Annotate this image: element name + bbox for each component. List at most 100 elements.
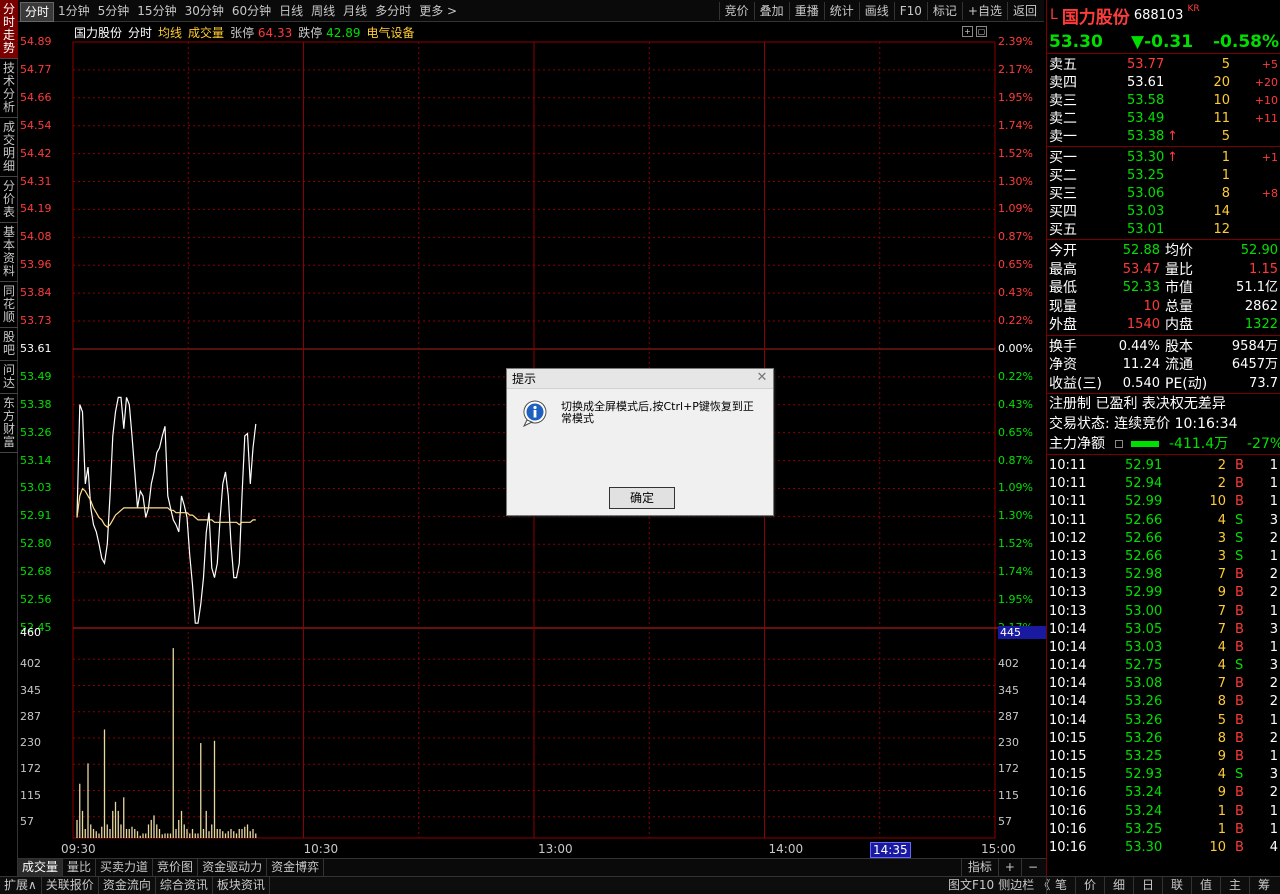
- period-tab-9[interactable]: 多分时: [371, 2, 415, 22]
- sell_book-label: 卖三: [1049, 93, 1077, 109]
- stats2-value2: 9584万: [1231, 338, 1278, 354]
- trade-price: 53.25: [1125, 749, 1163, 764]
- trade-time: 10:13: [1049, 548, 1087, 564]
- trade-row: 10:16 53.25 1 B 1: [1047, 821, 1280, 839]
- info-limit-down-label: 跌停: [298, 26, 323, 40]
- trade-row: 10:14 53.05 7 B 3: [1047, 621, 1280, 639]
- ok-button[interactable]: 确定: [609, 487, 675, 509]
- status-tab-4[interactable]: 板块资讯: [213, 877, 270, 894]
- trade-count: 1: [1269, 494, 1278, 510]
- pct-axis-label: 0.22%: [998, 314, 1033, 328]
- trade-status: 交易状态: 连续竞价 10:16:34: [1049, 416, 1238, 432]
- left-tab-2[interactable]: 成交明细: [0, 118, 18, 177]
- window-icon[interactable]: ▢: [976, 26, 987, 37]
- buy_book-row: 买三 53.06 8 +8: [1047, 185, 1280, 203]
- panel-tab-1[interactable]: 价: [1075, 877, 1104, 894]
- left-tab-6[interactable]: 股吧: [0, 328, 18, 361]
- panel-tab-0[interactable]: 笔: [1046, 877, 1075, 894]
- indicator-tab-1[interactable]: 量比: [63, 859, 97, 876]
- panel-tab-6[interactable]: 主: [1220, 877, 1249, 894]
- toolbar-action-3[interactable]: 统计: [823, 2, 859, 20]
- stats-label1: 现量: [1049, 298, 1077, 315]
- period-tab-5[interactable]: 60分钟: [228, 2, 275, 22]
- status-tab-1[interactable]: 关联报价: [42, 877, 99, 894]
- price-axis-label: 54.31: [20, 174, 52, 188]
- indicator-tab-0[interactable]: 成交量: [18, 859, 64, 876]
- stats2-label1: 净资: [1049, 357, 1077, 373]
- toolbar-action-5[interactable]: F10: [893, 2, 927, 20]
- period-tab-1[interactable]: 1分钟: [54, 2, 94, 22]
- time-axis-label: 15:00: [981, 842, 1016, 856]
- indicator-control-1[interactable]: +: [997, 859, 1021, 876]
- toolbar-action-2[interactable]: 重播: [788, 2, 824, 20]
- buy_book-price: 53.30: [1127, 150, 1165, 165]
- trade-row: 10:14 52.75 4 S 3: [1047, 657, 1280, 675]
- period-tab-8[interactable]: 月线: [339, 2, 371, 22]
- trade-time: 10:14: [1049, 658, 1087, 674]
- period-tab-4[interactable]: 30分钟: [181, 2, 228, 22]
- stock-flag: L: [1050, 7, 1058, 23]
- status-right-1[interactable]: 侧边栏: [996, 877, 1036, 894]
- pct-axis-label: 0.87%: [998, 453, 1033, 467]
- trade-volume: 7: [1217, 603, 1226, 619]
- indicator-tab-4[interactable]: 资金驱动力: [198, 859, 268, 876]
- panel-tab-4[interactable]: 联: [1162, 877, 1191, 894]
- toolbar-action-6[interactable]: 标记: [926, 2, 962, 20]
- info-avg-line: 均线: [158, 26, 183, 40]
- panel-tab-3[interactable]: 日: [1133, 877, 1162, 894]
- price-axis-label: 53.96: [20, 258, 52, 272]
- left-tab-8[interactable]: 东方财富: [0, 394, 18, 453]
- toolbar-action-0[interactable]: 竞价: [718, 2, 754, 20]
- period-tab-7[interactable]: 周线: [307, 2, 339, 22]
- buy_book-price: 53.06: [1127, 186, 1165, 201]
- panel-tab-7[interactable]: 筹: [1249, 877, 1278, 894]
- status-tab-0[interactable]: 扩展∧: [0, 877, 42, 894]
- status-tab-3[interactable]: 综合资讯: [156, 877, 213, 894]
- period-tab-10[interactable]: 更多 >: [415, 2, 461, 22]
- volume-axis-label-right: 287: [998, 709, 1019, 723]
- sell_book-row: 卖一 53.38 5 ↑: [1047, 128, 1280, 146]
- buy_book-label: 买四: [1049, 204, 1077, 220]
- left-tab-5[interactable]: 同花顺: [0, 282, 18, 328]
- period-tab-6[interactable]: 日线: [275, 2, 307, 22]
- price-axis-label: 53.38: [20, 397, 52, 411]
- toolbar-action-1[interactable]: 叠加: [753, 2, 789, 20]
- trade-count: 1: [1269, 749, 1278, 764]
- indicator-control-2[interactable]: −: [1020, 859, 1044, 876]
- toolbar-action-4[interactable]: 画线: [858, 2, 894, 20]
- trade-direction: B: [1235, 821, 1244, 837]
- period-tab-3[interactable]: 15分钟: [133, 2, 180, 22]
- trade-volume: 4: [1217, 512, 1226, 528]
- close-icon[interactable]: ✕: [755, 371, 769, 385]
- sell_book-label: 卖二: [1049, 111, 1077, 127]
- toolbar-action-8[interactable]: 返回: [1006, 2, 1042, 20]
- buy_book-row: 买一 53.30 1 ↑ +1: [1047, 149, 1280, 167]
- period-tab-0[interactable]: 分时: [20, 2, 55, 22]
- status-right-0[interactable]: 图文F10: [946, 877, 996, 894]
- trade-volume: 4: [1217, 639, 1226, 655]
- add-chart-icon[interactable]: +: [962, 26, 973, 37]
- left-tab-7[interactable]: 问达: [0, 361, 18, 394]
- trade-row: 10:16 53.24 9 B 2: [1047, 784, 1280, 802]
- left-tab-0[interactable]: 分时走势: [0, 0, 18, 59]
- left-tab-1[interactable]: 技术分析: [0, 59, 18, 118]
- left-tab-4[interactable]: 基本资料: [0, 223, 18, 282]
- trade-count: 2: [1269, 567, 1278, 583]
- indicator-tab-5[interactable]: 资金博弈: [267, 859, 325, 876]
- period-tab-2[interactable]: 5分钟: [94, 2, 134, 22]
- menu-icon[interactable]: [1115, 440, 1123, 448]
- main-flow-pct: -27%: [1247, 436, 1280, 452]
- indicator-tab-2[interactable]: 买卖力道: [96, 859, 154, 876]
- panel-tab-5[interactable]: 值: [1191, 877, 1220, 894]
- toolbar-action-7[interactable]: +自选: [961, 2, 1007, 20]
- price-axis-label: 52.68: [20, 565, 52, 579]
- panel-view-tabs: 笔价细日联值主筹: [1046, 877, 1278, 894]
- panel-tab-2[interactable]: 细: [1104, 877, 1133, 894]
- left-tab-3[interactable]: 分价表: [0, 177, 18, 223]
- status-tab-2[interactable]: 资金流向: [99, 877, 156, 894]
- stats2-value1: 0.540: [1122, 375, 1160, 391]
- indicator-tab-3[interactable]: 竞价图: [153, 859, 199, 876]
- main-flow: 主力净额 -411.4万 -27%: [1047, 434, 1280, 454]
- indicator-control-0[interactable]: 指标: [960, 859, 998, 876]
- pct-axis-label: 1.95%: [998, 593, 1033, 607]
